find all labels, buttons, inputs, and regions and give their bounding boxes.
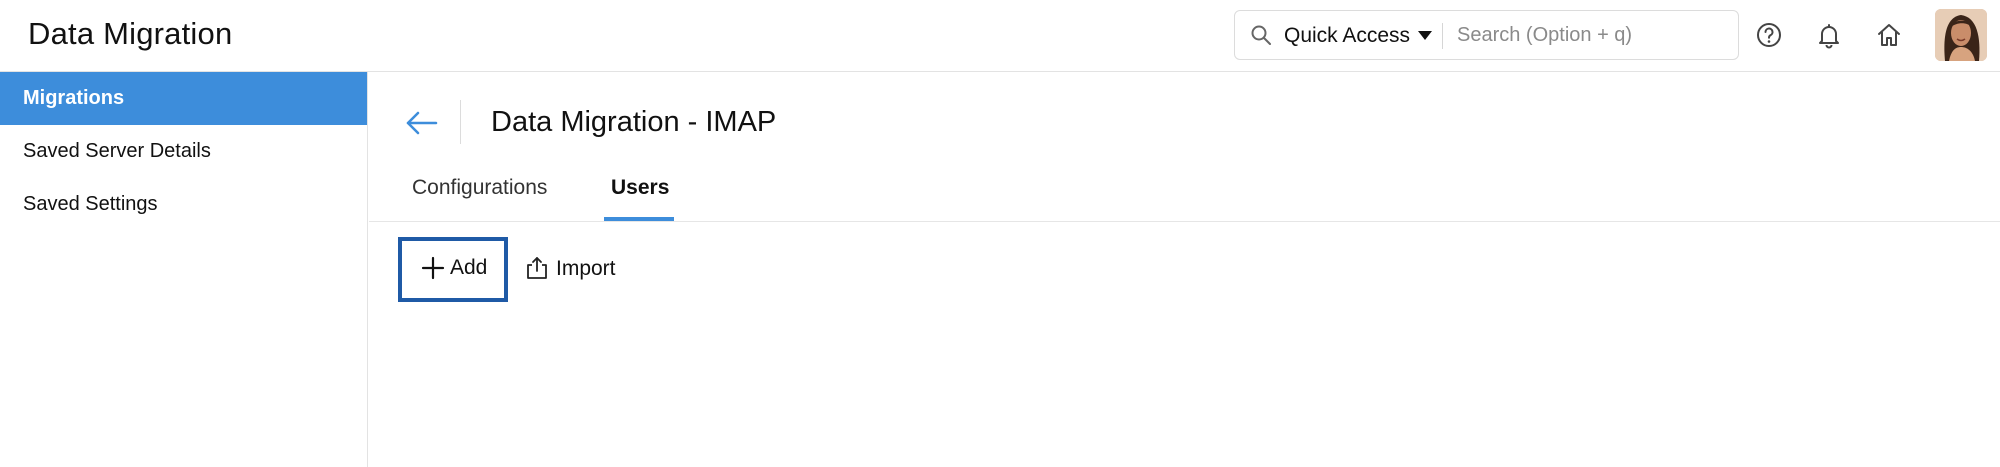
sidebar-item-saved-settings[interactable]: Saved Settings	[0, 178, 367, 231]
tabs-divider	[369, 221, 2000, 222]
add-button[interactable]: Add	[398, 237, 508, 302]
back-arrow-icon[interactable]	[404, 105, 440, 141]
search-divider	[1442, 23, 1443, 49]
add-button-label: Add	[450, 256, 488, 279]
page-title: Data Migration - IMAP	[491, 106, 777, 138]
import-button-label: Import	[556, 257, 616, 280]
avatar[interactable]	[1935, 9, 1987, 61]
search-icon	[1251, 25, 1271, 45]
upload-icon	[527, 257, 547, 279]
quick-access-dropdown[interactable]: Quick Access	[1284, 24, 1410, 48]
search-box[interactable]: Quick Access	[1234, 10, 1739, 60]
header-divider	[460, 100, 461, 144]
top-bar: Data Migration Quick Access	[0, 0, 2000, 72]
plus-icon	[421, 256, 445, 280]
help-icon[interactable]	[1754, 20, 1784, 50]
search-input[interactable]	[1457, 19, 1727, 51]
sidebar-item-saved-server-details[interactable]: Saved Server Details	[0, 125, 367, 178]
home-icon[interactable]	[1874, 20, 1904, 50]
app-title: Data Migration	[28, 16, 233, 51]
caret-down-icon[interactable]	[1415, 25, 1435, 45]
sidebar: Migrations Saved Server Details Saved Se…	[0, 72, 368, 467]
user-avatar-image	[1935, 9, 1987, 61]
tab-users[interactable]: Users	[611, 176, 669, 200]
sidebar-item-migrations[interactable]: Migrations	[0, 72, 367, 125]
tab-configurations[interactable]: Configurations	[412, 176, 547, 200]
bell-icon[interactable]	[1814, 20, 1844, 50]
